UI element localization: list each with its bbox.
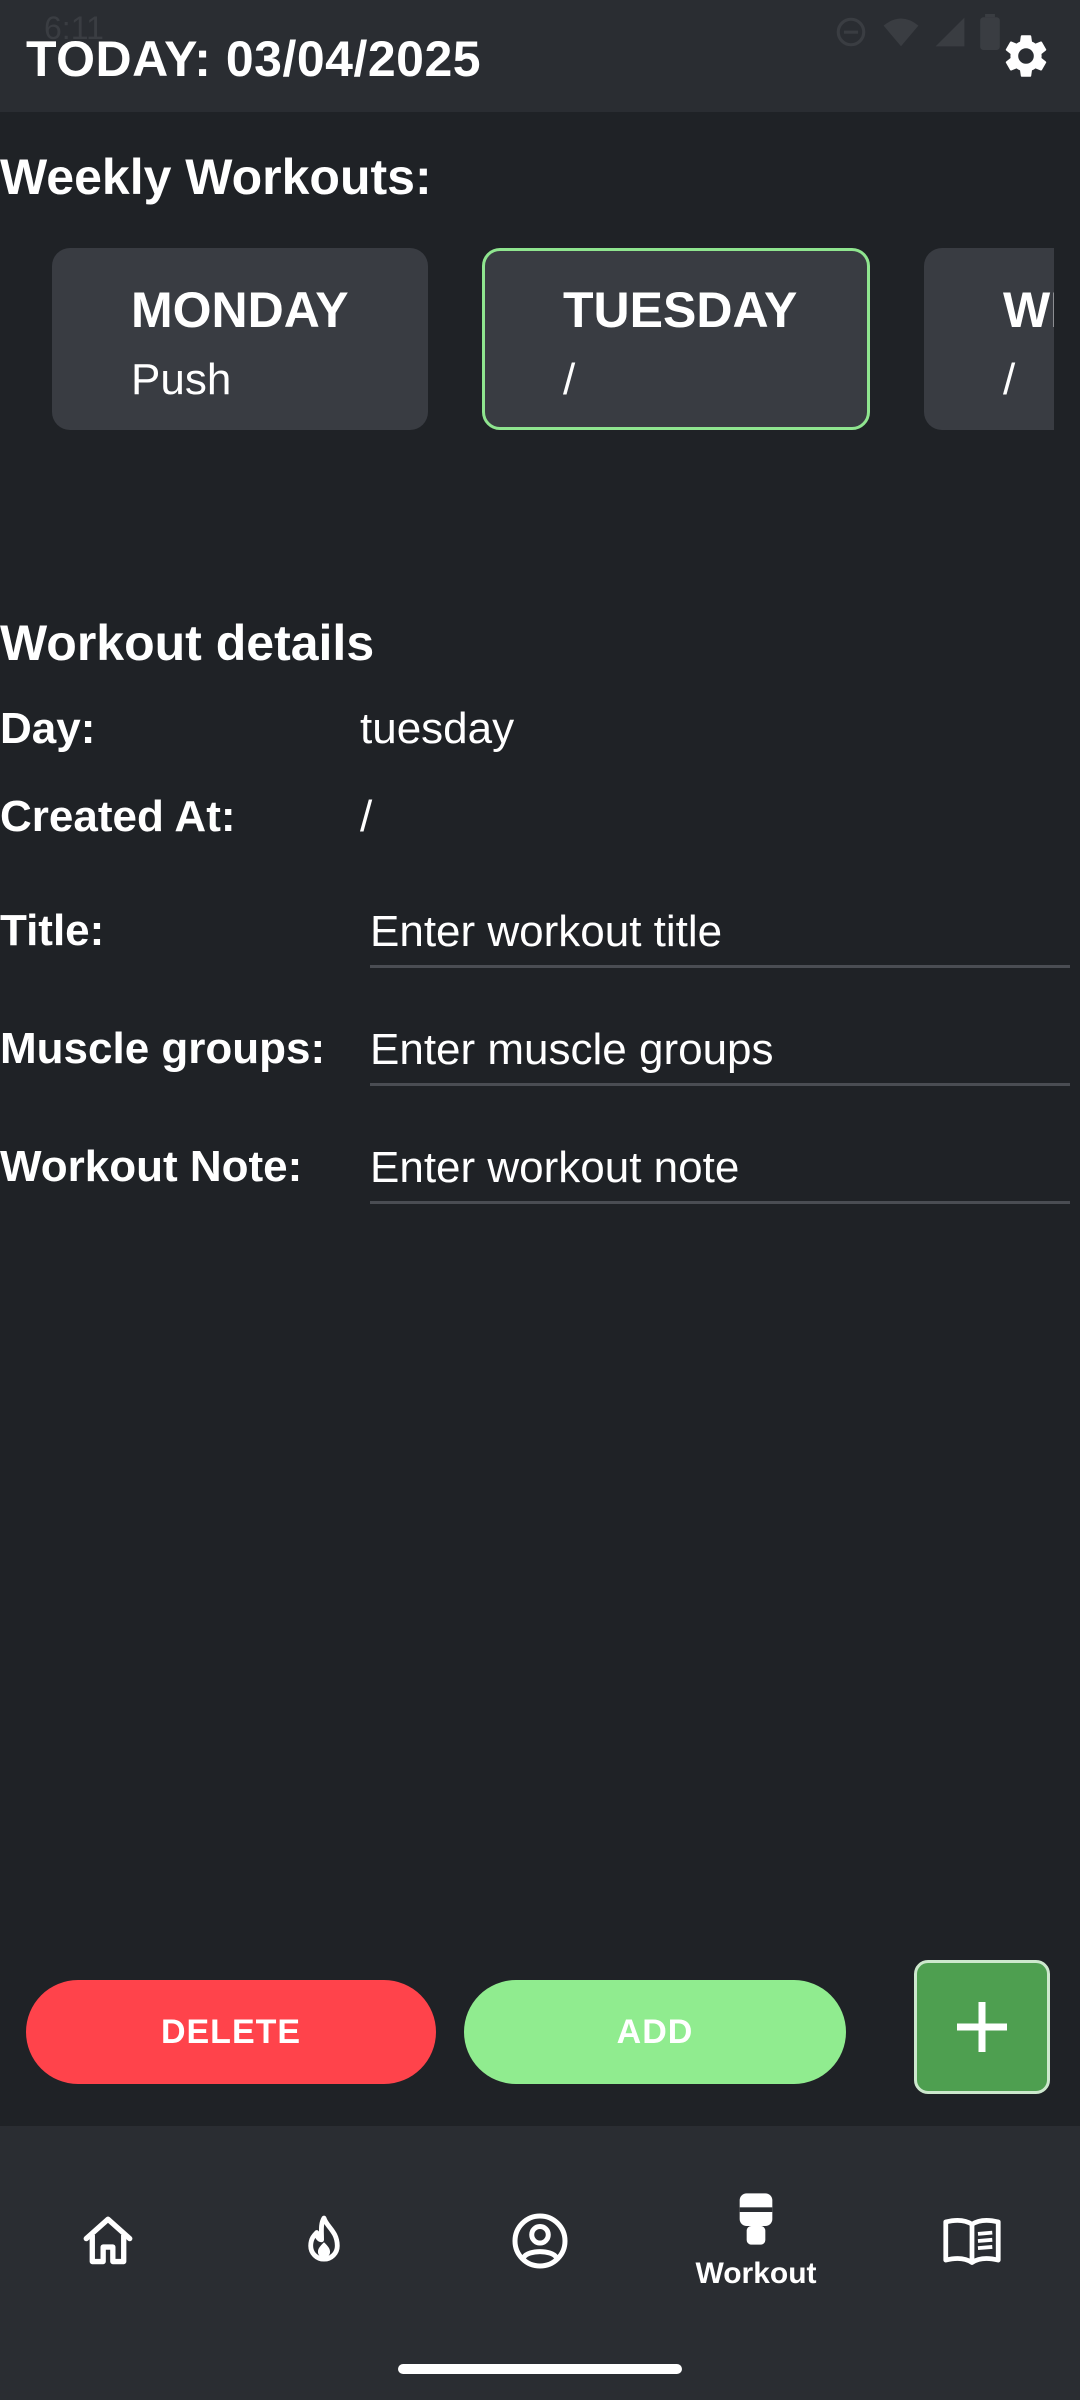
book-icon	[943, 2217, 1001, 2265]
nav-item-streak[interactable]	[216, 2126, 432, 2356]
day-name: MONDAY	[131, 282, 349, 338]
nav-label-workout: Workout	[695, 2257, 817, 2290]
weekly-day-list[interactable]: MONDAY Push TUESDAY / WEDNESDAY /	[0, 246, 1054, 432]
created-at-label: Created At:	[0, 792, 236, 841]
workout-note-input[interactable]	[370, 1134, 1070, 1201]
muscle-groups-input[interactable]	[370, 1016, 1070, 1083]
dnd-icon	[836, 17, 866, 47]
weekly-workouts-title: Weekly Workouts:	[0, 149, 432, 205]
workout-note-field[interactable]	[370, 1134, 1070, 1204]
home-icon	[83, 2216, 133, 2265]
top-app-bar: 6:11 TODAY: 03/04/2025	[0, 0, 1080, 112]
workout-screen: 6:11 TODAY: 03/04/2025 Weekly Workouts:	[0, 0, 1080, 2400]
day-workout-title: /	[563, 355, 576, 404]
workout-icon	[739, 2193, 773, 2245]
muscle-groups-label: Muscle groups:	[0, 1024, 326, 1073]
wifi-icon	[883, 18, 919, 47]
day-workout-title: Push	[131, 355, 232, 404]
muscle-groups-field[interactable]	[370, 1016, 1070, 1086]
nav-item-home[interactable]	[0, 2126, 216, 2356]
day-name: WEDNESDAY	[1003, 282, 1054, 338]
gear-icon[interactable]	[1000, 30, 1052, 82]
day-value: tuesday	[360, 704, 515, 753]
signal-icon	[935, 17, 965, 47]
title-label: Title:	[0, 906, 105, 955]
add-button[interactable]: ADD	[464, 1980, 846, 2084]
day-workout-title: /	[1003, 355, 1016, 404]
created-at-value: /	[360, 792, 373, 841]
nav-item-library[interactable]	[864, 2126, 1080, 2356]
delete-button[interactable]: DELETE	[26, 1980, 436, 2084]
home-indicator[interactable]	[398, 2364, 682, 2374]
workout-title-input[interactable]	[370, 898, 1070, 965]
status-icons	[834, 12, 1000, 52]
flame-icon	[308, 2215, 340, 2262]
workout-title-field[interactable]	[370, 898, 1070, 968]
day-name: TUESDAY	[563, 282, 798, 338]
day-card-tuesday[interactable]: TUESDAY /	[482, 248, 870, 430]
day-label: Day:	[0, 704, 96, 753]
workout-note-label: Workout Note:	[0, 1142, 303, 1191]
plus-icon	[957, 2002, 1007, 2052]
day-card-monday[interactable]: MONDAY Push	[52, 248, 428, 430]
battery-icon	[980, 14, 1000, 50]
today-date-title: TODAY: 03/04/2025	[26, 31, 482, 87]
nav-item-profile[interactable]	[432, 2126, 648, 2356]
day-card-wednesday[interactable]: WEDNESDAY /	[924, 248, 1054, 430]
workout-details-title: Workout details	[0, 615, 375, 671]
bottom-navigation: Workout	[0, 2126, 1080, 2400]
add-workout-plus-button[interactable]	[914, 1960, 1050, 2094]
nav-item-workout[interactable]: Workout	[648, 2126, 864, 2356]
profile-icon	[512, 2213, 568, 2269]
